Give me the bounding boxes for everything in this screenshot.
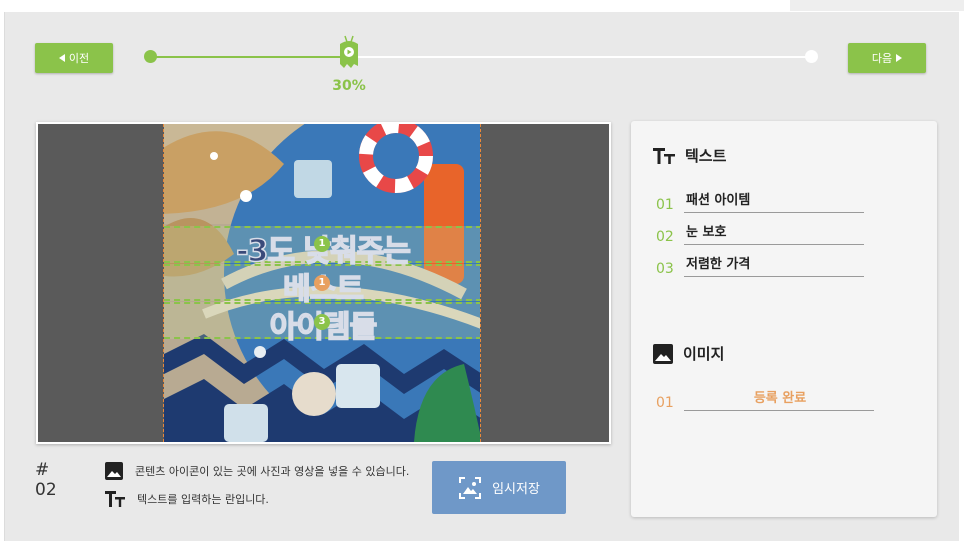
text-section-label: 텍스트 [685,147,727,165]
text-legend: 텍스트를 입력하는 란입니다. [105,490,269,508]
field-number: 01 [656,197,674,213]
image-icon [105,462,123,480]
field-number: 02 [656,229,674,245]
next-button[interactable]: 다음 [848,43,926,73]
text-type-icon [105,491,125,507]
area-badge: 3 [314,314,330,330]
progress-track[interactable] [144,35,818,68]
area-badge: 1 [314,275,330,291]
text-input-3[interactable]: 저렴한 가격 [684,253,864,277]
text-input-2[interactable]: 눈 보호 [684,221,864,245]
progress-fill [150,56,349,58]
prev-button[interactable]: 이전 [35,43,113,73]
image-hint: 콘텐츠 아이콘이 있는 곳에 사진과 영상을 넣을 수 있습니다. [135,465,410,478]
image-section-title: 이미지 [653,343,724,364]
arrow-right-icon [896,54,903,62]
image-field-1[interactable]: 01 등록 완료 [656,387,874,411]
prev-button-label: 이전 [68,52,90,65]
image-section-label: 이미지 [683,345,725,363]
robot-mascot-icon[interactable] [337,34,361,74]
image-status[interactable]: 등록 완료 [684,387,874,411]
progress-end-dot [805,50,818,63]
image-icon [653,343,673,364]
image-save-icon [459,476,482,499]
top-bar [0,0,964,12]
next-button-label: 다음 [871,52,893,65]
properties-panel: 텍스트 01 패션 아이템 02 눈 보호 03 저렴한 가격 이미지 01 등… [631,121,937,517]
temp-save-label: 임시저장 [492,482,540,497]
text-type-icon [653,147,675,164]
top-tab [790,0,964,11]
text-hint: 텍스트를 입력하는 란입니다. [137,493,269,506]
editor-stage: 이전 30% 다음 -3도 낮춰주는 1 1 3 # 02 콘텐츠 아이콘이 있… [4,12,959,541]
field-number: 01 [656,395,674,411]
slide-number: # 02 [35,460,57,500]
content-photo[interactable]: -3도 낮춰주는 베스트 아이템들 1 1 3 [163,124,481,442]
text-field-2[interactable]: 02 눈 보호 [656,221,864,245]
text-section-title: 텍스트 [653,145,726,166]
area-badge: 1 [314,236,330,252]
image-legend: 콘텐츠 아이콘이 있는 곳에 사진과 영상을 넣을 수 있습니다. [105,462,409,480]
temp-save-button[interactable]: 임시저장 [432,461,566,514]
text-input-1[interactable]: 패션 아이템 [684,189,864,213]
arrow-left-icon [58,54,65,62]
preview-canvas: -3도 낮춰주는 베스트 아이템들 1 1 3 [36,122,611,444]
field-number: 03 [656,261,674,277]
text-field-1[interactable]: 01 패션 아이템 [656,189,864,213]
progress-percent: 30% [332,78,366,94]
text-field-3[interactable]: 03 저렴한 가격 [656,253,864,277]
progress-start-dot [144,50,157,63]
